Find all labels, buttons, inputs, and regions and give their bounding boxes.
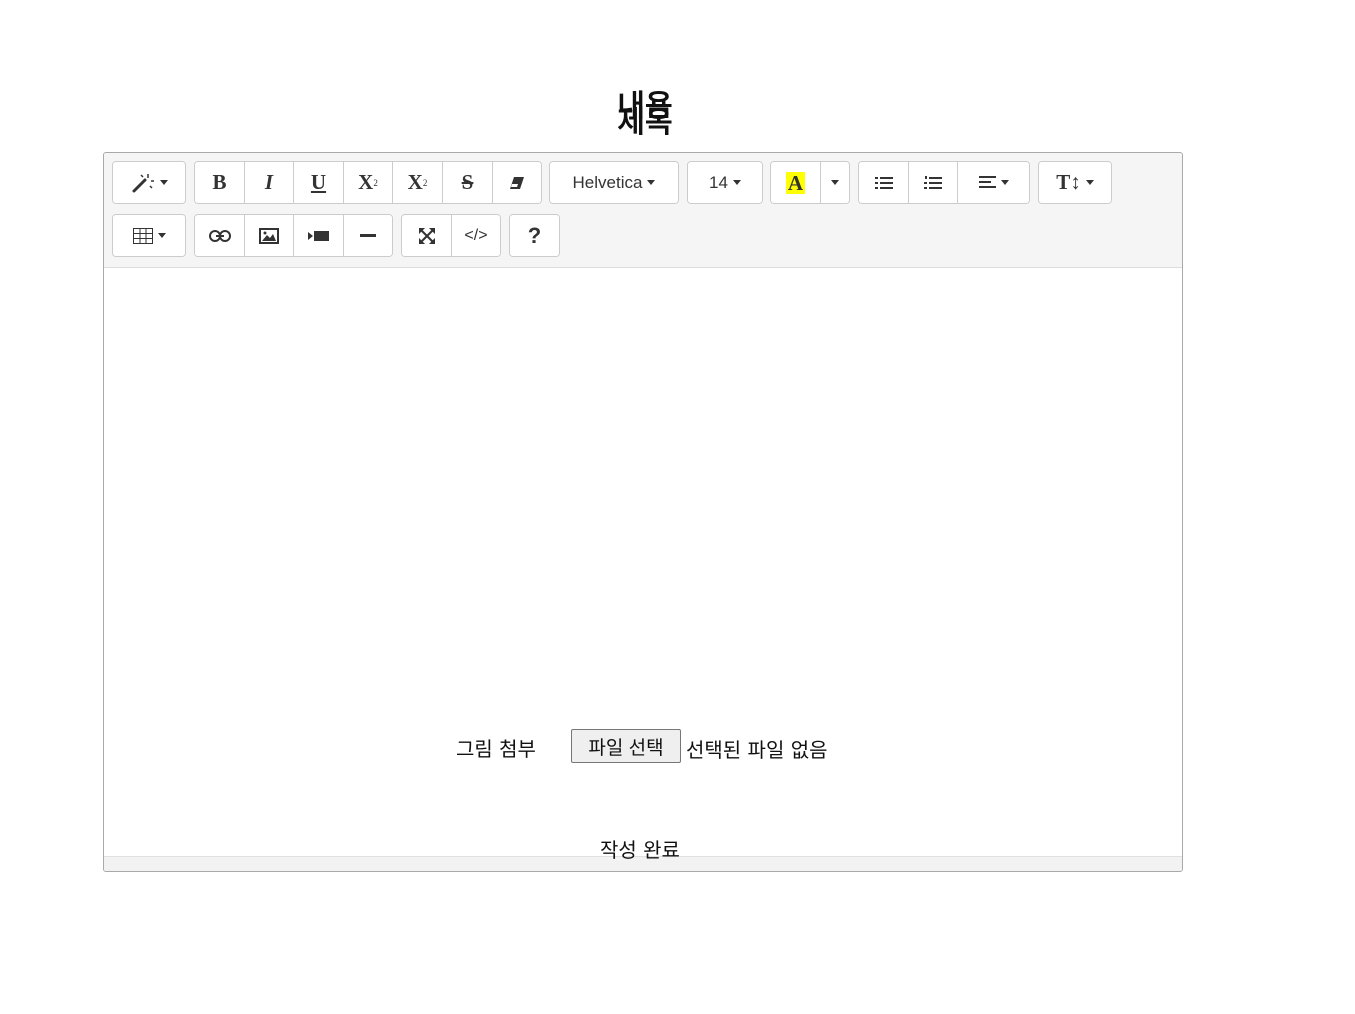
table-icon (132, 227, 153, 244)
minus-icon (360, 233, 376, 237)
line-height-group: T↕ (1038, 161, 1112, 204)
underline-icon: U (310, 170, 327, 194)
file-status-text: 선택된 파일 없음 (686, 738, 828, 762)
caret-down-icon (647, 180, 656, 185)
superscript-icon: X (358, 170, 374, 194)
eraser-icon (510, 176, 524, 189)
help-button[interactable]: ? (510, 215, 559, 256)
caret-down-icon (831, 180, 839, 185)
paragraph-group (858, 161, 1030, 204)
style-group (112, 161, 186, 204)
superscript-mark: 2 (373, 177, 378, 188)
font-name-group: Helvetica (549, 161, 679, 204)
font-name-dropdown[interactable]: Helvetica (550, 162, 678, 203)
video-icon (307, 230, 329, 241)
caret-down-icon (159, 180, 168, 185)
superscript-button[interactable]: X2 (344, 162, 393, 203)
help-icon: ? (527, 222, 542, 248)
submit-button[interactable]: 작성 완료 (600, 834, 680, 863)
bullet-list-icon (874, 176, 893, 189)
image-attach-label: 그림 첨부 (456, 737, 536, 761)
italic-button[interactable]: I (245, 162, 294, 203)
insert-group (194, 214, 393, 257)
clear-format-button[interactable] (493, 162, 541, 203)
highlight-icon: A (785, 170, 806, 195)
file-select-button[interactable]: 파일 선택 (571, 729, 681, 763)
editor-toolbar: B I U X2 X2 S Helvetica 14 A T↕ </> ? (104, 153, 1182, 268)
color-group: A (770, 161, 850, 204)
font-name-label: Helvetica (572, 172, 643, 192)
caret-down-icon (732, 180, 741, 185)
code-icon: </> (464, 226, 488, 244)
ordered-list-button[interactable] (909, 162, 958, 203)
subscript-icon: X (407, 170, 423, 194)
help-group: ? (509, 214, 560, 257)
highlight-color-button[interactable]: A (771, 162, 821, 203)
subscript-mark: 2 (422, 177, 428, 188)
underline-button[interactable]: U (294, 162, 344, 203)
link-icon (208, 229, 231, 242)
caret-down-icon (157, 233, 166, 238)
style-dropdown-button[interactable] (113, 162, 185, 203)
table-group (112, 214, 186, 257)
line-height-icon: T↕ (1056, 170, 1081, 194)
italic-icon: I (264, 170, 274, 194)
color-dropdown-button[interactable] (821, 162, 849, 203)
image-icon (259, 227, 279, 244)
rich-text-editor: B I U X2 X2 S Helvetica 14 A T↕ </> ? (103, 152, 1183, 872)
font-size-dropdown[interactable]: 14 (688, 162, 762, 203)
bold-icon: B (212, 170, 227, 194)
editor-content-area[interactable] (104, 268, 1182, 856)
bold-button[interactable]: B (195, 162, 245, 203)
fullscreen-button[interactable] (402, 215, 452, 256)
code-view-button[interactable]: </> (452, 215, 500, 256)
caret-down-icon (1000, 180, 1009, 185)
font-size-label: 14 (709, 172, 728, 192)
fullscreen-icon (418, 227, 435, 244)
unordered-list-button[interactable] (859, 162, 909, 203)
line-height-dropdown[interactable]: T↕ (1039, 162, 1111, 203)
subscript-button[interactable]: X2 (393, 162, 443, 203)
align-dropdown-button[interactable] (958, 162, 1029, 203)
font-style-group: B I U X2 X2 S (194, 161, 542, 204)
page-heading: 내용 제목 (600, 92, 690, 138)
magic-wand-icon (132, 173, 154, 192)
strikethrough-button[interactable]: S (443, 162, 493, 203)
align-left-icon (978, 176, 996, 188)
video-button[interactable] (294, 215, 344, 256)
caret-down-icon (1085, 180, 1094, 185)
link-button[interactable] (195, 215, 245, 256)
numbered-list-icon (924, 175, 942, 189)
font-size-group: 14 (687, 161, 763, 204)
heading-title: 제목 (617, 105, 673, 140)
horizontal-rule-button[interactable] (344, 215, 392, 256)
image-button[interactable] (245, 215, 294, 256)
view-group: </> (401, 214, 501, 257)
strikethrough-icon: S (461, 170, 474, 194)
table-dropdown-button[interactable] (113, 215, 185, 256)
